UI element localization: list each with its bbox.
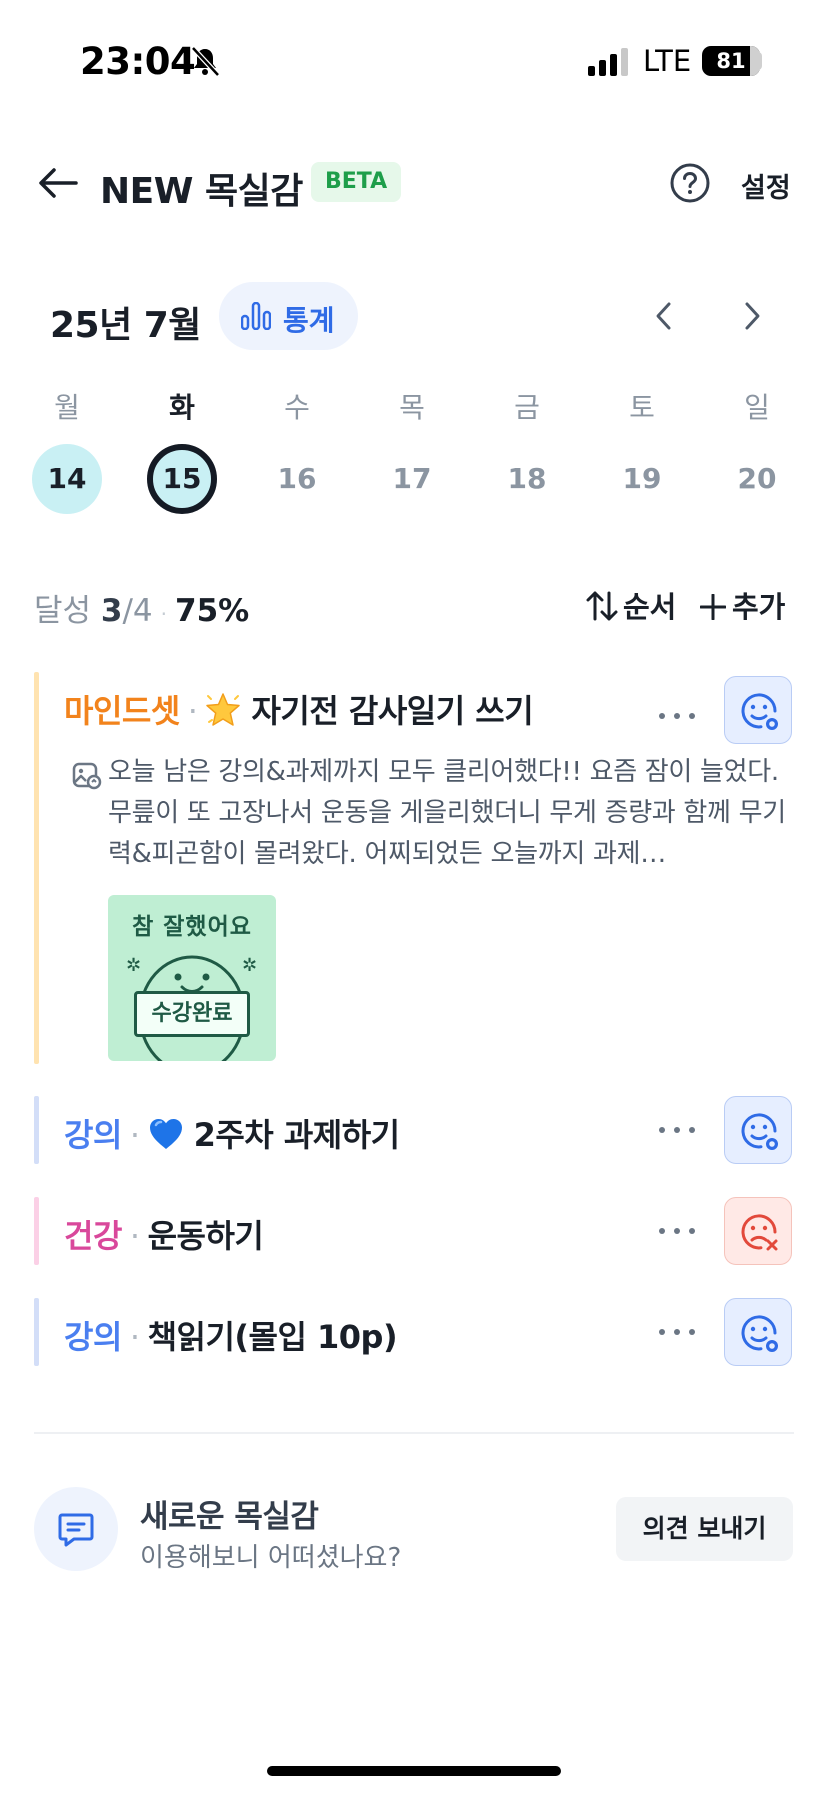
weekday-label: 금: [514, 391, 540, 424]
task-category: 마인드셋: [64, 692, 180, 730]
date-cell[interactable]: 19: [607, 444, 677, 514]
task-item[interactable]: 강의 · 2주차 과제하기: [34, 1096, 794, 1164]
home-indicator[interactable]: [267, 1766, 561, 1776]
date-cell[interactable]: 16: [262, 444, 332, 514]
svg-text:✲: ✲: [126, 955, 141, 976]
task-category-bar: [34, 672, 39, 1064]
add-button[interactable]: 추가: [699, 584, 786, 624]
bell-muted-icon: [191, 46, 220, 77]
task-title-line: 건강 · 운동하기: [64, 1217, 264, 1255]
task-category-bar: [34, 1096, 39, 1164]
more-options-icon[interactable]: [654, 1116, 700, 1144]
task-item[interactable]: 강의 · 책읽기(몰입 10p): [34, 1298, 794, 1366]
app-header: NEW 목실감 BETA 설정: [0, 150, 827, 216]
chat-bubble-icon: [58, 1513, 94, 1547]
smile-check-icon: [741, 1113, 778, 1150]
add-label: 추가: [732, 590, 786, 624]
date-cell[interactable]: 20: [722, 444, 792, 514]
task-title-line: 마인드셋 · 자기전 감사일기 쓰기: [64, 692, 534, 730]
date-cell-today[interactable]: 15: [147, 444, 217, 514]
task-status-success[interactable]: [724, 676, 792, 744]
task-title: 2주차 과제하기: [193, 1116, 401, 1154]
weekday-label: 수: [284, 391, 310, 424]
smile-check-icon: [741, 693, 778, 730]
battery-tip: [756, 52, 762, 70]
memo-text: 오늘 남은 강의&과제까지 모두 클리어했다!! 요즘 잠이 늘었다. 무릎이 …: [108, 757, 786, 869]
plus-icon: [699, 593, 727, 621]
stats-label: 통계: [283, 304, 335, 337]
feedback-subtitle: 이용해보니 어떠셨나요?: [140, 1543, 402, 1573]
date-cell[interactable]: 18: [492, 444, 562, 514]
date-cell[interactable]: 14: [32, 444, 102, 514]
task-title: 책읽기(몰입 10p): [147, 1318, 398, 1356]
bar-chart-icon: [241, 302, 271, 330]
task-category: 강의: [64, 1116, 122, 1154]
achievement-total: /4: [122, 593, 153, 629]
battery-icon: 81: [702, 46, 760, 76]
task-category: 강의: [64, 1318, 122, 1356]
task-category-bar: [34, 1197, 39, 1265]
status-bar: 23:04 LTE 81: [0, 0, 827, 120]
more-options-icon[interactable]: [654, 1318, 700, 1346]
task-item[interactable]: 건강 · 운동하기: [34, 1197, 794, 1265]
achievement-done: 3: [100, 593, 123, 629]
more-options-icon[interactable]: [654, 1217, 700, 1245]
month-label: 25년 7월: [50, 305, 201, 346]
sticker-top-text: 참 잘했어요: [132, 914, 252, 940]
beta-badge: BETA: [311, 162, 402, 202]
help-icon[interactable]: [669, 162, 711, 204]
sort-label: 순서: [623, 590, 677, 624]
feedback-icon-wrap: [34, 1487, 118, 1571]
stats-button[interactable]: 통계: [219, 282, 358, 350]
weekday-label: 화: [169, 391, 195, 424]
task-status-fail[interactable]: [724, 1197, 792, 1265]
feedback-title: 새로운 목실감: [140, 1499, 319, 1535]
task-title-line: 강의 · 2주차 과제하기: [64, 1116, 401, 1154]
section-divider: [34, 1432, 794, 1434]
svg-text:✲: ✲: [242, 955, 257, 976]
chevron-right-icon[interactable]: [736, 298, 768, 334]
page-title: NEW 목실감: [100, 171, 303, 212]
more-options-icon[interactable]: [654, 702, 700, 730]
achievement-summary: 달성 3/4 · 75%: [34, 593, 250, 629]
task-title-line: 강의 · 책읽기(몰입 10p): [64, 1318, 398, 1356]
sad-x-icon: [741, 1214, 778, 1251]
achievement-label: 달성: [34, 593, 92, 629]
sort-button[interactable]: 순서: [585, 584, 677, 624]
settings-button[interactable]: 설정: [741, 166, 791, 205]
sticker-board-text: 수강완료: [134, 991, 250, 1037]
chevron-left-icon[interactable]: [648, 298, 680, 334]
network-type: LTE: [643, 44, 692, 78]
glowing-star-icon: [206, 693, 241, 726]
weekday-label: 일: [744, 391, 770, 424]
smile-check-icon: [741, 1315, 778, 1352]
memo-photo-icon: [72, 762, 102, 790]
achievement-percent: 75%: [175, 593, 250, 629]
task-category: 건강: [64, 1217, 122, 1255]
back-arrow-icon[interactable]: [34, 162, 82, 204]
sticker-image[interactable]: ✲ ✲ 참 잘했어요 수강완료: [108, 895, 276, 1061]
weekday-label: 월: [54, 391, 80, 424]
status-time: 23:04: [80, 40, 196, 83]
task-status-success[interactable]: [724, 1096, 792, 1164]
sort-arrows-icon: [586, 591, 618, 621]
task-category-bar: [34, 1298, 39, 1366]
battery-level: 81: [716, 49, 746, 73]
signal-icon: [588, 48, 628, 76]
send-feedback-button[interactable]: 의견 보내기: [616, 1497, 793, 1561]
task-title: 운동하기: [147, 1217, 264, 1255]
blue-heart-icon: [149, 1119, 182, 1149]
task-status-success[interactable]: [724, 1298, 792, 1366]
weekday-label: 토: [629, 391, 655, 424]
task-title: 자기전 감사일기 쓰기: [251, 692, 534, 730]
date-cell[interactable]: 17: [377, 444, 447, 514]
weekday-label: 목: [399, 391, 425, 424]
